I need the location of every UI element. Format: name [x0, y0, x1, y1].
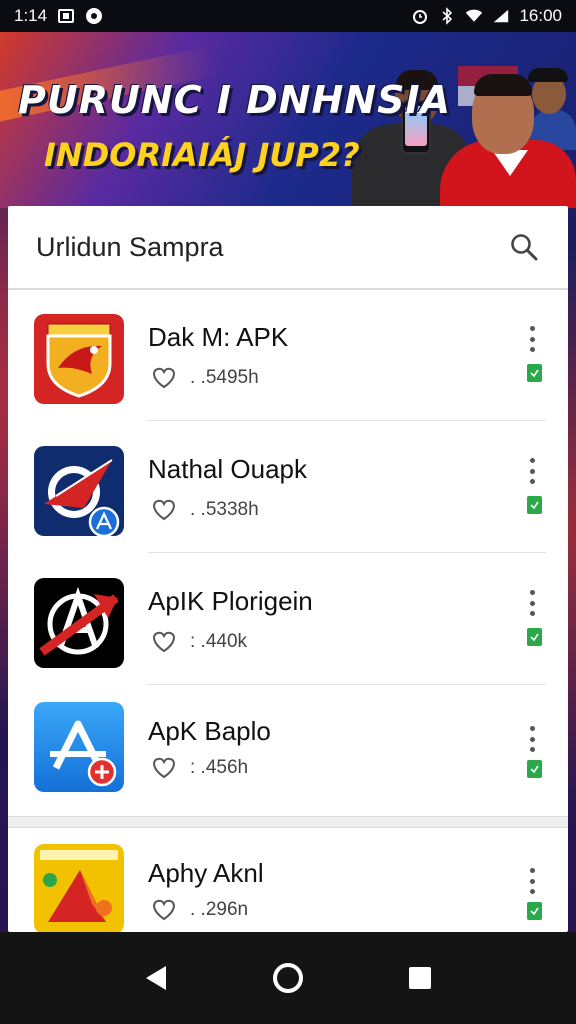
- back-button[interactable]: [126, 948, 186, 1008]
- search-icon: [511, 234, 538, 261]
- app-name: ApIK Plorigein: [148, 586, 313, 616]
- app-name: ApK Baplo: [148, 716, 271, 746]
- chat-icon: [85, 7, 103, 25]
- app-meta: . .296n: [150, 898, 248, 922]
- section-separator: [8, 816, 568, 828]
- wifi-icon: [465, 7, 483, 25]
- app-stat: : .456h: [190, 757, 249, 778]
- list-item[interactable]: Nathal Ouapk . .5338h: [8, 424, 568, 556]
- divider: [148, 420, 546, 421]
- list-item[interactable]: ApIK Plorigein : .440k: [8, 556, 568, 688]
- banner-headline: PURUNC I DNHNSIA: [18, 78, 451, 122]
- app-stat: . .5338h: [190, 499, 259, 520]
- divider: [148, 552, 546, 553]
- recents-button[interactable]: [390, 948, 450, 1008]
- gallery-icon: [57, 7, 75, 25]
- install-badge-icon[interactable]: [527, 364, 542, 382]
- more-options-button[interactable]: [522, 586, 542, 620]
- app-name: Nathal Ouapk: [148, 454, 307, 484]
- list-item[interactable]: Dak M: APK . .5495h: [8, 292, 568, 424]
- navigation-bar: [0, 932, 576, 1024]
- alarm-icon: [411, 7, 429, 25]
- heart-icon: [153, 757, 175, 779]
- promo-banner[interactable]: PURUNC I DNHNSIA INDORIAIÁJ JUP2?: [0, 32, 576, 208]
- more-options-button[interactable]: [522, 864, 542, 898]
- more-options-button[interactable]: [522, 322, 542, 356]
- home-button[interactable]: [258, 948, 318, 1008]
- more-options-button[interactable]: [522, 454, 542, 488]
- search-header: Urlidun Sampra: [8, 206, 568, 290]
- list-item[interactable]: Aphy Aknl . .296n: [8, 828, 568, 932]
- app-name: Aphy Aknl: [148, 858, 264, 888]
- shield-bird-icon: [34, 314, 124, 404]
- install-badge-icon[interactable]: [527, 760, 542, 778]
- status-time: 1:14: [14, 6, 48, 25]
- install-badge-icon[interactable]: [527, 902, 542, 920]
- bluetooth-icon: [438, 7, 456, 25]
- home-icon: [273, 963, 303, 993]
- arrow-check-icon: [34, 446, 124, 536]
- app-stat: : .440k: [190, 631, 248, 652]
- yellow-arrow-icon: [34, 844, 124, 932]
- heart-icon: [153, 499, 175, 521]
- search-button[interactable]: [506, 229, 542, 265]
- heart-icon: [153, 631, 175, 653]
- status-clock: 16:00: [519, 6, 562, 25]
- heart-icon: [153, 899, 175, 921]
- app-meta: : .456h: [150, 756, 248, 780]
- recents-icon: [409, 967, 431, 989]
- person-right-cap: [528, 68, 568, 82]
- app-stat: . .296n: [190, 899, 249, 920]
- more-options-button[interactable]: [522, 722, 542, 756]
- search-title: Urlidun Sampra: [36, 231, 224, 262]
- status-bar: 1:14 16:00: [0, 0, 576, 32]
- install-badge-icon[interactable]: [527, 628, 542, 646]
- heart-icon: [153, 367, 175, 389]
- signal-icon: [492, 7, 510, 25]
- app-meta: : .440k: [150, 630, 247, 654]
- app-meta: . .5495h: [150, 366, 259, 390]
- app-name: Dak M: APK: [148, 322, 289, 352]
- person-center-hair: [474, 74, 532, 96]
- install-badge-icon[interactable]: [527, 496, 542, 514]
- app-stat: . .5495h: [190, 367, 259, 388]
- banner-subheadline: INDORIAIÁJ JUP2?: [44, 136, 360, 174]
- back-icon: [146, 966, 166, 990]
- app-store-plus-icon: [34, 702, 124, 792]
- app-meta: . .5338h: [150, 498, 259, 522]
- a-cross-icon: [34, 578, 124, 668]
- list-item[interactable]: ApK Baplo : .456h: [8, 684, 568, 816]
- app-list-card: Urlidun Sampra Dak M: APK . .5495h Natha…: [8, 206, 568, 932]
